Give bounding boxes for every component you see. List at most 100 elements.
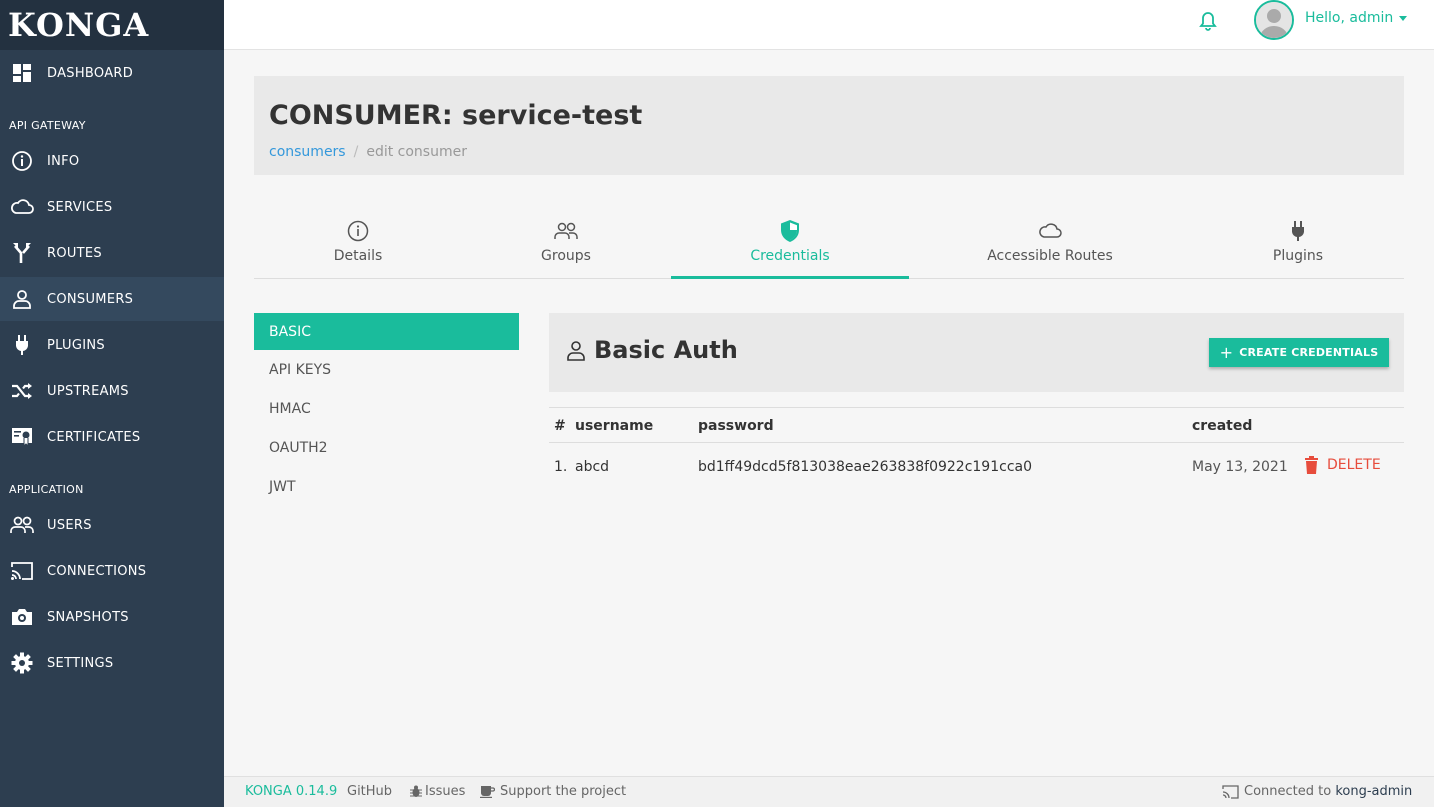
user-icon [10,287,34,311]
github-link[interactable]: GitHub [347,784,392,799]
sidebar-item-info[interactable]: INFO [0,139,224,183]
shuffle-icon [10,379,34,403]
certificate-icon [10,425,34,449]
issues-label: Issues [425,784,466,799]
sidebar-item-plugins[interactable]: PLUGINS [0,323,224,367]
section-application: APPLICATION [9,483,84,496]
consumer-tabs: Details Groups Credentials Accessible Ro… [254,212,1404,279]
col-header-created: created [1192,418,1253,434]
sidebar-item-dashboard[interactable]: DASHBOARD [0,51,224,95]
users-icon [554,219,578,243]
connection-status: Connected to kong-admin [1222,784,1412,799]
support-link[interactable]: Support the project [480,784,626,799]
sidebar-label: INFO [47,153,80,169]
camera-icon [10,605,34,629]
tab-label: Plugins [1272,248,1324,264]
plus-icon: + [1219,343,1234,362]
sidebar-label: SETTINGS [47,655,114,671]
info-icon [10,149,34,173]
gear-icon [10,651,34,675]
breadcrumb-consumers-link[interactable]: consumers [269,144,346,160]
sidebar-item-upstreams[interactable]: UPSTREAMS [0,369,224,413]
cred-menu-api-keys[interactable]: API KEYS [254,350,519,389]
credentials-table: # username password created 1. abcd bd1f… [549,407,1404,493]
coffee-icon [480,786,495,798]
tab-label: Credentials [750,248,830,264]
sidebar-item-services[interactable]: SERVICES [0,185,224,229]
bell-icon[interactable] [1196,8,1220,32]
sidebar-label: CONNECTIONS [47,563,147,579]
sidebar-label: USERS [47,517,92,533]
row-username: abcd [575,459,610,475]
logo[interactable]: KONGA [0,0,224,50]
info-icon [346,219,370,243]
greeting-text: Hello, admin [1305,10,1394,26]
sidebar-label: CONSUMERS [47,291,134,307]
breadcrumb-separator: / [353,144,359,160]
create-credentials-button[interactable]: + CREATE CREDENTIALS [1209,338,1389,367]
cred-menu-oauth2[interactable]: OAUTH2 [254,428,519,467]
tab-label: Details [333,248,383,264]
page-title: CONSUMER: service-test [269,100,643,131]
user-icon [566,340,586,362]
row-created: May 13, 2021 [1192,459,1288,475]
button-label: CREATE CREDENTIALS [1239,346,1379,359]
sidebar-label: SERVICES [47,199,113,215]
tab-groups[interactable]: Groups [516,212,616,279]
credential-type-menu: BASIC API KEYS HMAC OAUTH2 JWT [254,313,519,506]
sidebar-label: ROUTES [47,245,102,261]
sidebar-item-connections[interactable]: CONNECTIONS [0,549,224,593]
trash-icon [1305,456,1318,474]
section-api-gateway: API GATEWAY [9,119,86,132]
topbar: Hello, admin [224,0,1434,50]
cast-icon [1222,784,1239,799]
table-row: 1. abcd bd1ff49dcd5f813038eae263838f0922… [549,443,1404,493]
sidebar-label: UPSTREAMS [47,383,129,399]
avatar[interactable] [1254,0,1294,40]
sidebar-item-users[interactable]: USERS [0,503,224,547]
connected-prefix: Connected to [1244,784,1332,799]
section-title: Basic Auth [594,336,738,364]
row-num: 1. [554,459,568,475]
cred-menu-jwt[interactable]: JWT [254,467,519,506]
sidebar-label: SNAPSHOTS [47,609,129,625]
cred-menu-hmac[interactable]: HMAC [254,389,519,428]
user-menu[interactable]: Hello, admin [1305,10,1408,26]
users-icon [10,513,34,537]
delete-label: DELETE [1327,457,1381,473]
plug-icon [1286,219,1310,243]
delete-button[interactable]: DELETE [1304,456,1381,474]
issues-link[interactable]: Issues [410,784,465,799]
sidebar-label: CERTIFICATES [47,429,141,445]
routes-icon [10,241,34,265]
sidebar-item-settings[interactable]: SETTINGS [0,641,224,685]
version-link[interactable]: KONGA 0.14.9 [245,784,337,799]
connection-name[interactable]: kong-admin [1335,784,1412,799]
support-label: Support the project [500,784,627,799]
cloud-icon [1038,219,1062,243]
sidebar-label: PLUGINS [47,337,105,353]
tab-details[interactable]: Details [308,212,408,279]
row-password: bd1ff49dcd5f813038eae263838f0922c191cca0 [698,459,1032,475]
breadcrumb: consumers / edit consumer [269,144,467,160]
active-tab-indicator [671,276,909,279]
sidebar-item-certificates[interactable]: CERTIFICATES [0,415,224,459]
logo-text: KONGA [8,6,150,44]
tab-credentials[interactable]: Credentials [720,212,860,279]
col-header-password: password [698,418,774,434]
col-header-username: username [575,418,654,434]
sidebar-label: DASHBOARD [47,65,134,81]
breadcrumb-current: edit consumer [366,144,467,160]
sidebar-item-consumers[interactable]: CONSUMERS [0,277,224,321]
cast-icon [10,559,34,583]
table-header: # username password created [549,407,1404,443]
col-header-num: # [554,418,566,434]
sidebar-item-routes[interactable]: ROUTES [0,231,224,275]
shield-icon [778,219,802,243]
tab-plugins[interactable]: Plugins [1248,212,1348,279]
basic-auth-panel: Basic Auth + CREATE CREDENTIALS [549,313,1404,392]
sidebar: KONGA DASHBOARD API GATEWAY INFO SERVICE… [0,0,224,807]
sidebar-item-snapshots[interactable]: SNAPSHOTS [0,595,224,639]
cred-menu-basic[interactable]: BASIC [254,313,519,350]
tab-accessible-routes[interactable]: Accessible Routes [975,212,1125,279]
